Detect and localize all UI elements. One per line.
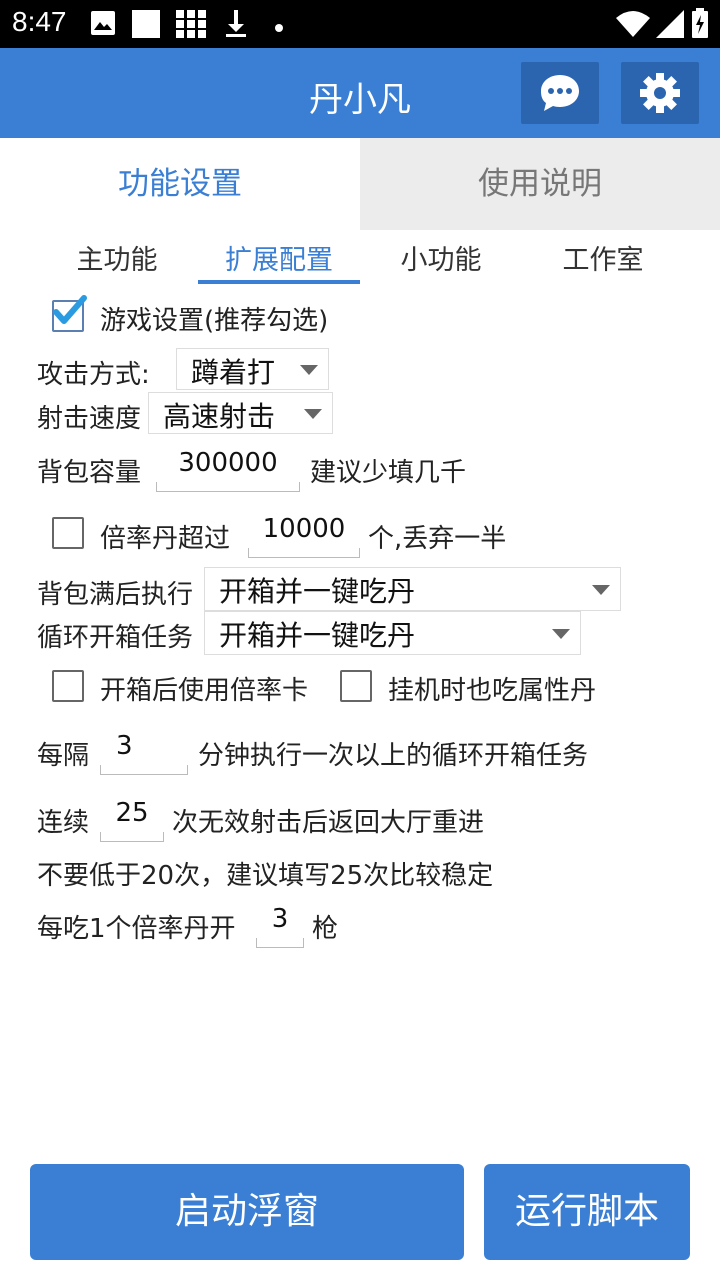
bag-capacity-value: 300000 bbox=[178, 448, 278, 478]
attack-mode-value: 蹲着打 bbox=[191, 356, 276, 389]
interval-prefix: 每隔 bbox=[37, 741, 90, 771]
check-icon bbox=[53, 295, 87, 324]
per-pill-value: 3 bbox=[271, 904, 289, 934]
bag-full-dropdown[interactable]: 开箱并一键吃丹 bbox=[204, 567, 621, 611]
loop-task-label: 循环开箱任务 bbox=[37, 623, 194, 653]
per-pill-suffix: 枪 bbox=[312, 914, 339, 944]
tab-feature-settings[interactable]: 功能设置 bbox=[0, 138, 360, 230]
rate-pill-suffix: 个,丢弃一半 bbox=[368, 524, 507, 554]
app-bar: 丹小凡 bbox=[0, 48, 720, 138]
chat-button[interactable] bbox=[521, 62, 599, 124]
square-icon bbox=[132, 10, 160, 42]
shoot-speed-label: 射击速度 bbox=[37, 404, 142, 434]
bag-capacity-hint: 建议少填几千 bbox=[310, 458, 467, 488]
shoot-speed-dropdown[interactable]: 高速射击 bbox=[148, 392, 333, 434]
subtab-main[interactable]: 主功能 bbox=[36, 238, 198, 277]
top-tabs: 功能设置 使用说明 bbox=[0, 138, 720, 230]
bag-capacity-label: 背包容量 bbox=[37, 458, 142, 488]
sub-tabs: 主功能 扩展配置 小功能 工作室 bbox=[0, 232, 720, 284]
consecutive-value: 25 bbox=[115, 798, 149, 828]
chevron-down-icon bbox=[304, 409, 322, 419]
use-rate-card-checkbox[interactable] bbox=[52, 670, 84, 702]
status-bar: 8:47 bbox=[0, 0, 720, 48]
bag-full-label: 背包满后执行 bbox=[37, 580, 194, 610]
attack-mode-dropdown[interactable]: 蹲着打 bbox=[176, 348, 329, 390]
download-icon bbox=[224, 10, 248, 42]
per-pill-input[interactable]: 3 bbox=[256, 904, 304, 948]
attack-mode-label: 攻击方式: bbox=[37, 360, 150, 390]
loop-task-dropdown[interactable]: 开箱并一键吃丹 bbox=[204, 611, 581, 655]
app-title: 丹小凡 bbox=[309, 80, 411, 120]
rate-pill-value: 10000 bbox=[262, 514, 346, 544]
rate-pill-label: 倍率丹超过 bbox=[100, 524, 231, 554]
chevron-down-icon bbox=[552, 629, 570, 639]
shoot-speed-value: 高速射击 bbox=[163, 400, 276, 433]
game-settings-checkbox[interactable] bbox=[52, 295, 87, 332]
use-rate-card-label: 开箱后使用倍率卡 bbox=[100, 676, 309, 706]
grid-icon bbox=[176, 10, 206, 42]
rate-pill-checkbox[interactable] bbox=[52, 517, 84, 549]
tab-instructions[interactable]: 使用说明 bbox=[360, 138, 720, 230]
subtab-extended[interactable]: 扩展配置 bbox=[198, 238, 360, 277]
subtab-indicator bbox=[198, 280, 360, 284]
battery-icon bbox=[692, 8, 708, 42]
wifi-icon bbox=[616, 10, 650, 42]
loop-task-value: 开箱并一键吃丹 bbox=[219, 619, 416, 652]
chevron-down-icon bbox=[592, 585, 610, 595]
chevron-down-icon bbox=[300, 365, 318, 375]
consecutive-prefix: 连续 bbox=[37, 808, 90, 838]
subtab-small[interactable]: 小功能 bbox=[360, 238, 522, 277]
status-time: 8:47 bbox=[12, 6, 67, 37]
signal-icon bbox=[656, 10, 684, 42]
rate-pill-input[interactable]: 10000 bbox=[248, 514, 360, 558]
image-icon bbox=[90, 10, 116, 40]
eat-attr-pill-checkbox[interactable] bbox=[340, 670, 372, 702]
gear-icon bbox=[640, 73, 680, 113]
per-pill-prefix: 每吃1个倍率丹开 bbox=[37, 914, 236, 944]
interval-value: 3 bbox=[116, 731, 133, 761]
settings-button[interactable] bbox=[621, 62, 699, 124]
dot-icon bbox=[274, 18, 284, 37]
subtab-studio[interactable]: 工作室 bbox=[522, 238, 684, 277]
consecutive-input[interactable]: 25 bbox=[100, 798, 164, 842]
bag-capacity-input[interactable]: 300000 bbox=[156, 448, 300, 492]
interval-input[interactable]: 3 bbox=[100, 731, 188, 775]
consecutive-suffix: 次无效射击后返回大厅重进 bbox=[172, 808, 485, 838]
game-settings-label: 游戏设置(推荐勾选) bbox=[100, 306, 329, 336]
run-script-button[interactable]: 运行脚本 bbox=[484, 1164, 690, 1260]
consecutive-note: 不要低于20次，建议填写25次比较稳定 bbox=[37, 861, 494, 891]
bag-full-value: 开箱并一键吃丹 bbox=[219, 575, 416, 608]
interval-suffix: 分钟执行一次以上的循环开箱任务 bbox=[198, 741, 589, 771]
eat-attr-pill-label: 挂机时也吃属性丹 bbox=[388, 676, 597, 706]
chat-icon bbox=[541, 75, 579, 111]
start-float-window-button[interactable]: 启动浮窗 bbox=[30, 1164, 464, 1260]
